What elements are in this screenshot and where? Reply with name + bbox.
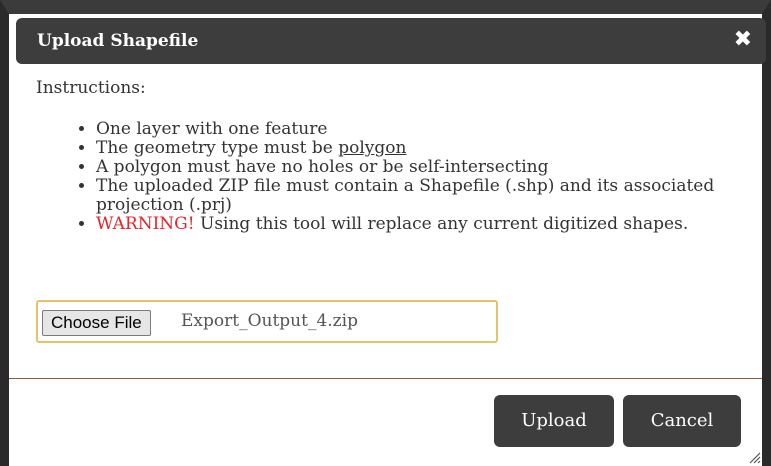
cancel-button[interactable]: Cancel [623,395,741,447]
list-item-text: The geometry type must be [96,138,339,158]
list-item: The uploaded ZIP file must contain a Sha… [96,177,726,215]
list-item-text: One layer with one feature [96,119,328,139]
file-input[interactable]: Choose File Export_Output_4.zip [36,300,498,343]
list-item: The geometry type must be polygon [96,139,726,158]
resize-grip-icon[interactable] [747,450,761,464]
list-item-text: Using this tool will replace any current… [194,214,689,234]
upload-button[interactable]: Upload [494,395,614,447]
list-item-text: The uploaded ZIP file must contain a Sha… [96,176,715,215]
warning-label: WARNING! [96,214,195,234]
choose-file-button[interactable]: Choose File [42,310,151,336]
footer-divider [9,378,762,379]
dialog-titlebar: Upload Shapefile ✖ [16,18,766,64]
close-icon[interactable]: ✖ [734,28,752,52]
list-item-text: A polygon must have no holes or be self-… [96,157,549,177]
dialog-title: Upload Shapefile [37,31,199,51]
list-item: A polygon must have no holes or be self-… [96,158,726,177]
polygon-term: polygon [338,138,407,158]
list-item: WARNING! Using this tool will replace an… [96,215,726,234]
instructions-list: One layer with one feature The geometry … [36,120,726,234]
list-item: One layer with one feature [96,120,726,139]
selected-file-name: Export_Output_4.zip [181,311,358,331]
instructions-label: Instructions: [36,78,146,98]
